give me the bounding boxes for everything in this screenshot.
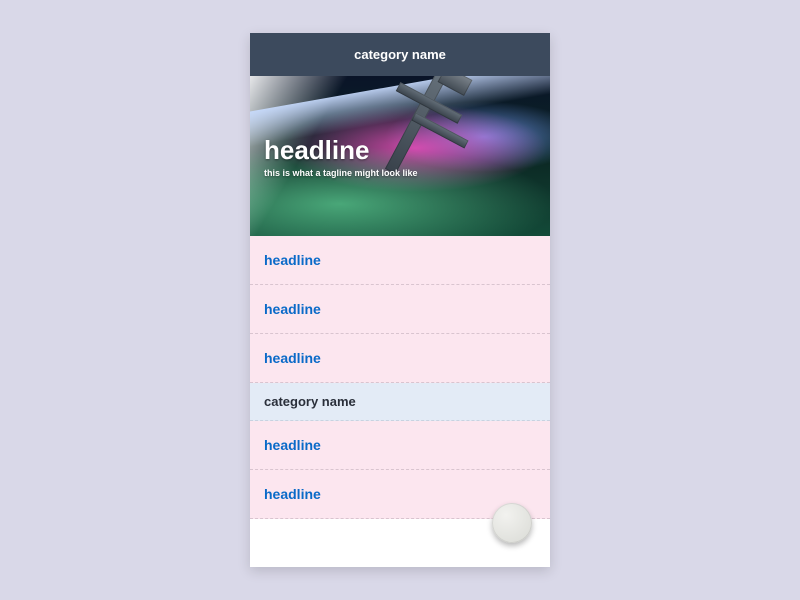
list-item[interactable]: headline bbox=[250, 421, 550, 470]
category-header-title: category name bbox=[354, 47, 446, 62]
list-item[interactable]: headline bbox=[250, 285, 550, 334]
article-list: headline headline headline category name… bbox=[250, 236, 550, 519]
list-item-label: headline bbox=[264, 252, 321, 268]
section-header-label: category name bbox=[264, 394, 356, 409]
list-item[interactable]: headline bbox=[250, 334, 550, 383]
hero-card[interactable]: headline this is what a tagline might lo… bbox=[250, 76, 550, 236]
list-item[interactable]: headline bbox=[250, 236, 550, 285]
floating-action-button[interactable] bbox=[492, 503, 532, 543]
section-header: category name bbox=[250, 383, 550, 421]
phone-frame: category name headline this is what a ta… bbox=[250, 33, 550, 567]
category-header: category name bbox=[250, 33, 550, 76]
list-item-label: headline bbox=[264, 350, 321, 366]
hero-tagline: this is what a tagline might look like bbox=[264, 168, 550, 178]
list-item-label: headline bbox=[264, 437, 321, 453]
list-item-label: headline bbox=[264, 486, 321, 502]
list-item-label: headline bbox=[264, 301, 321, 317]
hero-headline: headline bbox=[264, 135, 550, 166]
